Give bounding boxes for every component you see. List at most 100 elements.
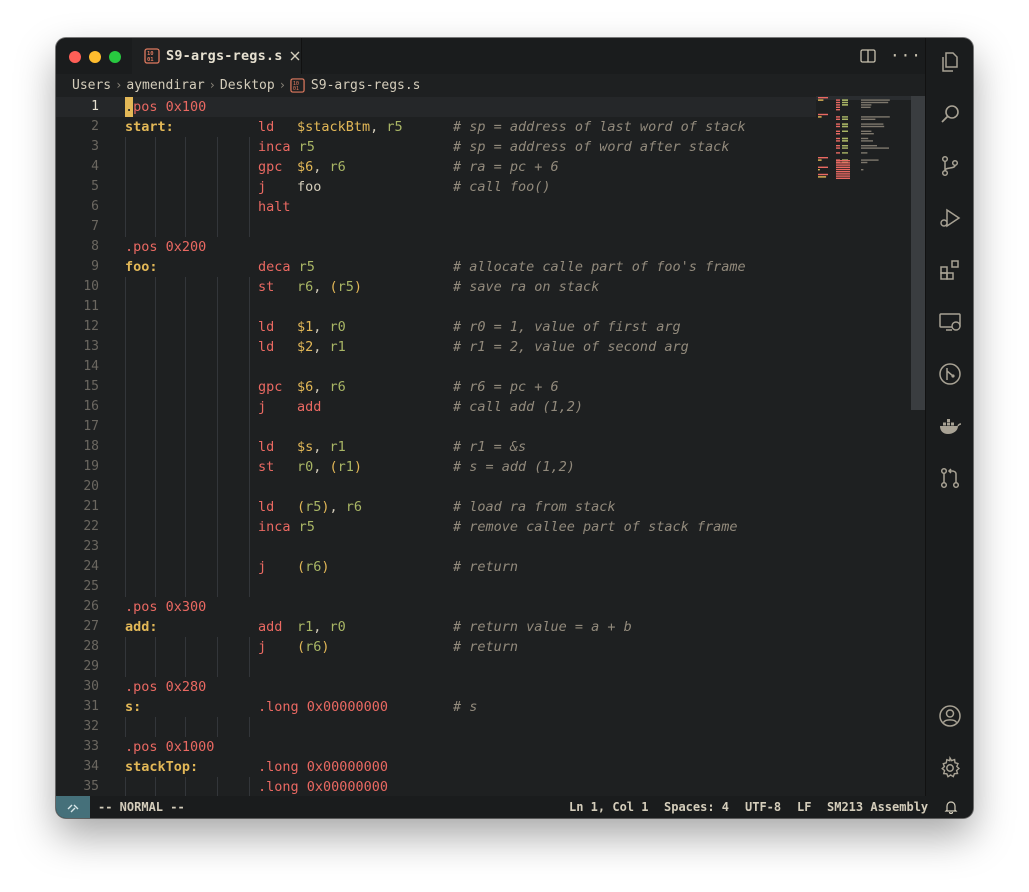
- remote-indicator[interactable]: [56, 796, 90, 818]
- code-line[interactable]: 12 ld $1, r0 # r0 = 1, value of first arg: [56, 317, 816, 337]
- code-line[interactable]: 8 .pos 0x200: [56, 237, 816, 257]
- line-number: 18: [83, 439, 99, 454]
- token: ,: [313, 459, 330, 475]
- git-graph-icon[interactable]: [938, 362, 962, 386]
- encoding[interactable]: UTF-8: [745, 800, 781, 814]
- code-line[interactable]: 22 inca r5 # remove callee part of stack fr…: [56, 517, 816, 537]
- token: .pos: [125, 239, 166, 255]
- token: ,: [370, 119, 387, 135]
- code-line[interactable]: 10 st r6, (r5) # save ra on stack: [56, 277, 816, 297]
- code-line[interactable]: 26 .pos 0x300: [56, 597, 816, 617]
- line-number: 11: [83, 299, 99, 314]
- code-line[interactable]: 19 st r0, (r1) # s = add (1,2): [56, 457, 816, 477]
- code-line[interactable]: 28 j (r6) # return: [56, 637, 816, 657]
- token: ): [321, 499, 330, 515]
- breadcrumb-item-users[interactable]: Users: [72, 78, 111, 93]
- breadcrumb: Users › aymendirar › Desktop › 10 01 S9-…: [56, 74, 925, 96]
- code-line[interactable]: 5 j foo # call foo(): [56, 177, 816, 197]
- token: # r0 = 1, value of first arg: [453, 319, 681, 335]
- token: r6: [297, 279, 314, 295]
- line-number: 21: [83, 499, 99, 514]
- code-line[interactable]: 27 add: add r1, r0 # return value = a + b: [56, 617, 816, 637]
- token: # ra = pc + 6: [453, 159, 559, 175]
- code-line[interactable]: 33 .pos 0x1000: [56, 737, 816, 757]
- code-line[interactable]: 31 s: .long 0x00000000 # s: [56, 697, 816, 717]
- tab-s9-args-regs[interactable]: 10 01 S9-args-regs.s: [132, 38, 302, 74]
- token: # call add (1,2): [453, 399, 584, 415]
- zoom-window-button[interactable]: [109, 51, 121, 63]
- remote-explorer-icon[interactable]: [938, 310, 962, 334]
- code-line[interactable]: 29: [56, 657, 816, 677]
- editor-scrollbar[interactable]: [911, 96, 925, 410]
- code-line[interactable]: 18 ld $s, r1 # r1 = &s: [56, 437, 816, 457]
- code-line[interactable]: 13 ld $2, r1 # r1 = 2, value of second arg: [56, 337, 816, 357]
- settings-gear-icon[interactable]: [938, 756, 962, 780]
- code-line[interactable]: 21 ld (r5), r6 # load ra from stack: [56, 497, 816, 517]
- code-line[interactable]: 23: [56, 537, 816, 557]
- token: (: [329, 279, 338, 295]
- token: ): [321, 559, 330, 575]
- token: r6: [305, 639, 322, 655]
- extensions-icon[interactable]: [938, 258, 962, 282]
- code-line[interactable]: 17: [56, 417, 816, 437]
- docker-icon[interactable]: [938, 414, 962, 438]
- close-window-button[interactable]: [69, 51, 81, 63]
- pull-request-icon[interactable]: [938, 466, 962, 490]
- token: ): [353, 459, 363, 475]
- code-line[interactable]: 6 halt: [56, 197, 816, 217]
- code-line[interactable]: 9 foo: deca r5 # allocate calle part of foo'…: [56, 257, 816, 277]
- code-line[interactable]: 24 j (r6) # return: [56, 557, 816, 577]
- code-line[interactable]: 7: [56, 217, 816, 237]
- split-editor-icon[interactable]: [860, 49, 876, 63]
- notifications-bell-icon[interactable]: [944, 800, 958, 814]
- breadcrumb-item-aymendirar[interactable]: aymendirar: [126, 78, 204, 93]
- line-number: 12: [83, 319, 99, 334]
- code-line[interactable]: 1. pos 0x100: [56, 97, 816, 117]
- code-line[interactable]: 35 .long 0x00000000: [56, 777, 816, 796]
- code-line[interactable]: 30 .pos 0x280: [56, 677, 816, 697]
- line-number: 29: [83, 659, 99, 674]
- token: .long: [258, 759, 307, 775]
- code-line[interactable]: 25: [56, 577, 816, 597]
- code-line[interactable]: 16 j add # call add (1,2): [56, 397, 816, 417]
- account-icon[interactable]: [938, 704, 962, 728]
- source-control-icon[interactable]: [938, 154, 962, 178]
- token: r1: [337, 459, 354, 475]
- vim-mode: -- NORMAL --: [98, 800, 185, 814]
- search-icon[interactable]: [938, 102, 962, 126]
- minimap[interactable]: [816, 96, 911, 216]
- token: ): [321, 639, 330, 655]
- line-number: 34: [83, 759, 99, 774]
- minimize-window-button[interactable]: [89, 51, 101, 63]
- code-line[interactable]: 11: [56, 297, 816, 317]
- language-mode[interactable]: SM213 Assembly: [827, 800, 928, 814]
- token: r1: [297, 619, 314, 635]
- code-line[interactable]: 4 gpc $6, r6 # ra = pc + 6: [56, 157, 816, 177]
- token: .long: [258, 699, 307, 715]
- token: ld: [258, 499, 275, 515]
- code-line[interactable]: 20: [56, 477, 816, 497]
- explorer-icon[interactable]: [938, 50, 962, 74]
- more-actions-icon[interactable]: ···: [890, 46, 922, 65]
- token: # save ra on stack: [453, 279, 600, 295]
- indentation[interactable]: Spaces: 4: [664, 800, 729, 814]
- cursor-position[interactable]: Ln 1, Col 1: [569, 800, 648, 814]
- close-tab-icon[interactable]: [289, 50, 301, 62]
- code-line[interactable]: 32: [56, 717, 816, 737]
- token: r5: [298, 139, 315, 155]
- token: foo: [297, 179, 322, 195]
- code-line[interactable]: 3 inca r5 # sp = address of word after stac…: [56, 137, 816, 157]
- end-of-line[interactable]: LF: [797, 800, 811, 814]
- code-editor[interactable]: 1. pos 0x100 2 start: ld $stackBtm, r5 # sp = …: [56, 96, 925, 796]
- line-number: 19: [83, 459, 99, 474]
- code-line[interactable]: 15 gpc $6, r6 # r6 = pc + 6: [56, 377, 816, 397]
- code-line[interactable]: 14: [56, 357, 816, 377]
- breadcrumb-item-file[interactable]: S9-args-regs.s: [311, 78, 421, 93]
- line-number: 31: [83, 699, 99, 714]
- token: pos: [133, 99, 166, 115]
- line-number: 7: [91, 219, 99, 234]
- code-line[interactable]: 2 start: ld $stackBtm, r5 # sp = address of …: [56, 117, 816, 137]
- code-line[interactable]: 34 stackTop: .long 0x00000000: [56, 757, 816, 777]
- run-debug-icon[interactable]: [938, 206, 962, 230]
- breadcrumb-item-desktop[interactable]: Desktop: [220, 78, 275, 93]
